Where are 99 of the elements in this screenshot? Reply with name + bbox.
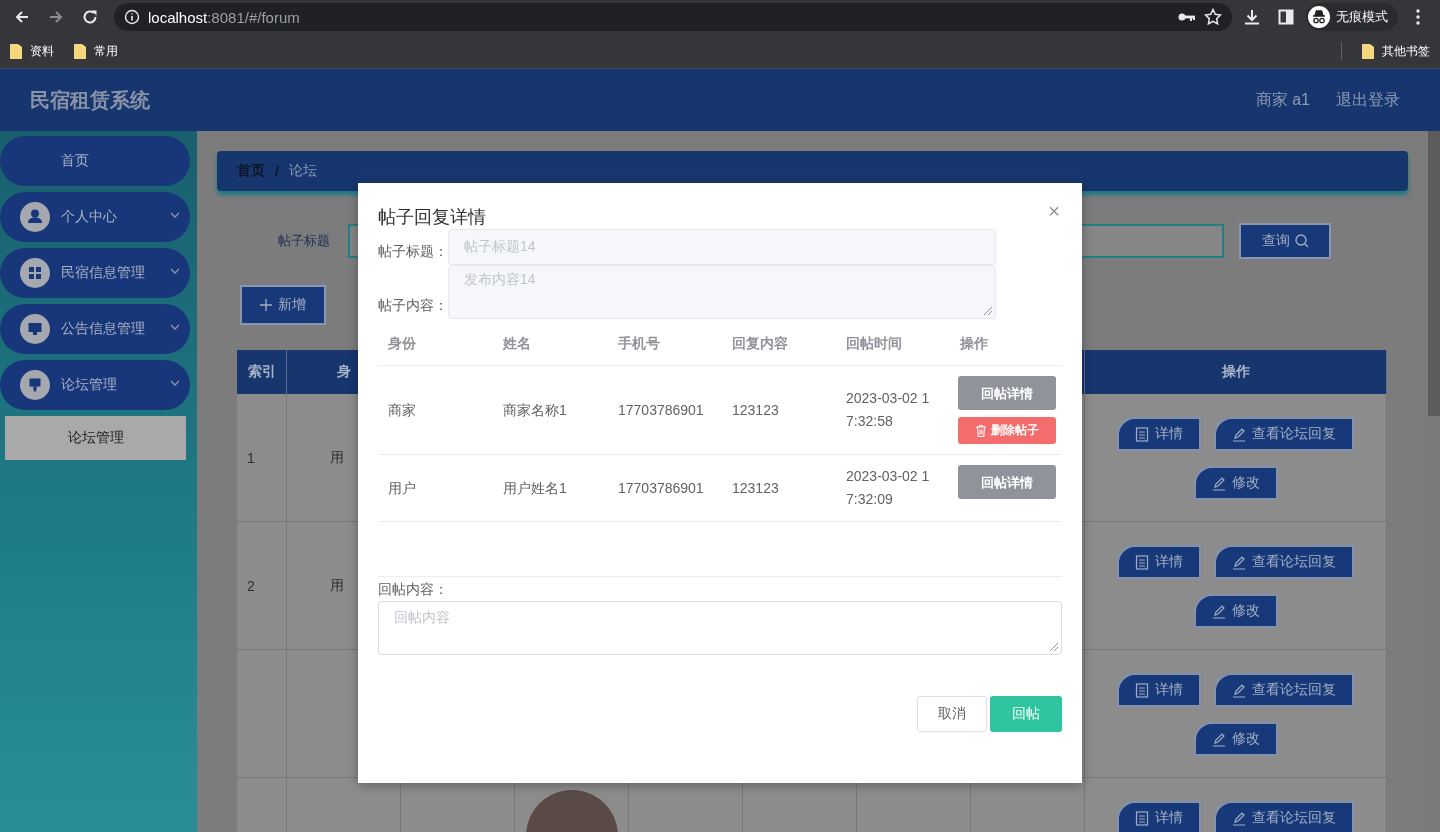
table-cell-text: 商家名称1 bbox=[503, 400, 567, 420]
field-label: 回帖内容： bbox=[378, 581, 449, 599]
breadcrumb-item: 论坛 bbox=[288, 162, 317, 180]
dialog-title: 帖子回复详情 bbox=[378, 206, 486, 229]
pencil-icon bbox=[1232, 554, 1246, 570]
table-cell-text: 17703786901 bbox=[618, 400, 704, 420]
search-icon bbox=[1294, 234, 1309, 248]
cancel-button[interactable]: 取消 bbox=[917, 696, 987, 732]
menu-item[interactable]: 个人中心 bbox=[0, 192, 190, 242]
document-icon bbox=[1135, 682, 1149, 698]
close-button[interactable]: × bbox=[1048, 203, 1060, 219]
menu-icon[interactable] bbox=[1416, 9, 1420, 25]
document-icon bbox=[1135, 426, 1149, 442]
breadcrumb-separator: / bbox=[275, 163, 279, 179]
submenu-item[interactable]: 论坛管理 bbox=[5, 416, 186, 460]
menu-item-icon bbox=[20, 202, 50, 232]
table-cell-text: 2023-03-02 17:32:09 bbox=[846, 467, 931, 509]
action-button[interactable]: 修改 bbox=[1193, 594, 1278, 628]
table-cell: 用 bbox=[330, 448, 344, 467]
table-cell-text: 商家 bbox=[388, 400, 416, 420]
back-icon[interactable] bbox=[14, 9, 30, 25]
column-header: 手机号 bbox=[618, 335, 660, 353]
column-header: 回复内容 bbox=[732, 335, 788, 353]
pencil-icon bbox=[1211, 603, 1226, 619]
key-icon[interactable] bbox=[1178, 11, 1196, 23]
delete-button[interactable]: 删除帖子 bbox=[958, 417, 1056, 444]
pencil-icon bbox=[1211, 731, 1226, 747]
column-header: 索引 bbox=[237, 350, 287, 394]
column-header: 姓名 bbox=[503, 335, 531, 353]
reply-detail-button[interactable]: 回帖详情 bbox=[958, 465, 1056, 499]
menu-item[interactable]: 公告信息管理 bbox=[0, 304, 190, 354]
reply-detail-button[interactable]: 回帖详情 bbox=[958, 376, 1056, 410]
chevron-down-icon bbox=[170, 212, 180, 218]
app-title: 民宿租赁系统 bbox=[30, 87, 150, 113]
side-panel-icon[interactable] bbox=[1278, 9, 1294, 25]
table-cell-text: 123123 bbox=[732, 478, 779, 498]
detail-button[interactable]: 详情 bbox=[1117, 545, 1201, 579]
action-button[interactable]: 查看论坛回复 bbox=[1214, 801, 1354, 832]
column-header: 操作 bbox=[960, 335, 988, 353]
menu-item[interactable]: 民宿信息管理 bbox=[0, 248, 190, 298]
info-icon bbox=[124, 9, 140, 25]
detail-button[interactable]: 详情 bbox=[1117, 417, 1201, 451]
menu-item-icon bbox=[20, 370, 50, 400]
menu-item-icon bbox=[20, 314, 50, 344]
detail-button[interactable]: 详情 bbox=[1117, 673, 1201, 707]
table-cell-text: 用户姓名1 bbox=[503, 478, 567, 498]
pencil-icon bbox=[1211, 475, 1226, 491]
address-bar[interactable]: localhost:8081/#/forum bbox=[114, 3, 1232, 31]
table-cell-text: 用户 bbox=[388, 478, 416, 498]
action-button[interactable]: 修改 bbox=[1193, 466, 1278, 500]
reload-icon[interactable] bbox=[82, 9, 98, 25]
url-text: localhost:8081/#/forum bbox=[148, 8, 301, 26]
resize-handle-icon bbox=[1049, 642, 1059, 652]
field-label: 帖子内容： bbox=[378, 297, 448, 315]
incognito-icon bbox=[1308, 6, 1330, 28]
table-cell-text: 123123 bbox=[732, 400, 779, 420]
user-name: 商家 a1 bbox=[1255, 89, 1310, 110]
chevron-down-icon bbox=[170, 380, 180, 386]
field-label: 帖子标题： bbox=[378, 243, 448, 261]
table-cell: 2 bbox=[247, 577, 255, 594]
bookmark[interactable]: 资料 bbox=[10, 42, 54, 60]
chevron-down-icon bbox=[170, 324, 180, 330]
action-button[interactable]: 修改 bbox=[1193, 722, 1278, 756]
column-header: 回帖时间 bbox=[846, 335, 902, 353]
menu-item[interactable]: 首页 bbox=[0, 136, 190, 186]
action-button[interactable]: 查看论坛回复 bbox=[1214, 673, 1354, 707]
chevron-down-icon bbox=[170, 268, 180, 274]
menu-item[interactable]: 论坛管理 bbox=[0, 360, 190, 410]
document-icon bbox=[1135, 810, 1149, 826]
folder-icon bbox=[10, 43, 22, 59]
plus-icon bbox=[260, 299, 272, 311]
star-icon[interactable] bbox=[1204, 8, 1222, 26]
logout-link[interactable]: 退出登录 bbox=[1336, 89, 1400, 111]
forward-icon[interactable] bbox=[48, 9, 64, 25]
action-button[interactable]: 查看论坛回复 bbox=[1214, 417, 1354, 451]
search-label: 帖子标题 bbox=[278, 232, 331, 250]
other-bookmarks[interactable]: 其他书签 bbox=[1362, 42, 1430, 60]
document-icon bbox=[1135, 554, 1149, 570]
pencil-icon bbox=[1232, 426, 1246, 442]
column-header: 操作 bbox=[1085, 350, 1387, 394]
bookmark[interactable]: 常用 bbox=[74, 42, 118, 60]
detail-button[interactable]: 详情 bbox=[1117, 801, 1201, 832]
trash-icon bbox=[975, 424, 986, 437]
resize-handle-icon bbox=[983, 306, 993, 316]
table-cell-text: 17703786901 bbox=[618, 478, 704, 498]
profile-button[interactable]: 无痕模式 bbox=[1306, 3, 1398, 31]
pencil-icon bbox=[1232, 810, 1246, 826]
table-cell: 用 bbox=[330, 576, 344, 595]
action-button[interactable]: 查看论坛回复 bbox=[1214, 545, 1354, 579]
folder-icon bbox=[74, 43, 86, 59]
folder-icon bbox=[1362, 43, 1374, 59]
menu-item-icon bbox=[20, 258, 50, 288]
add-button[interactable]: 新增 bbox=[240, 285, 326, 325]
pencil-icon bbox=[1232, 682, 1246, 698]
query-button[interactable]: 查询 bbox=[1239, 223, 1331, 259]
table-cell-text: 2023-03-02 17:32:58 bbox=[846, 389, 931, 431]
download-icon[interactable] bbox=[1243, 8, 1261, 26]
column-header: 身份 bbox=[388, 335, 416, 353]
table-cell: 1 bbox=[247, 449, 255, 466]
